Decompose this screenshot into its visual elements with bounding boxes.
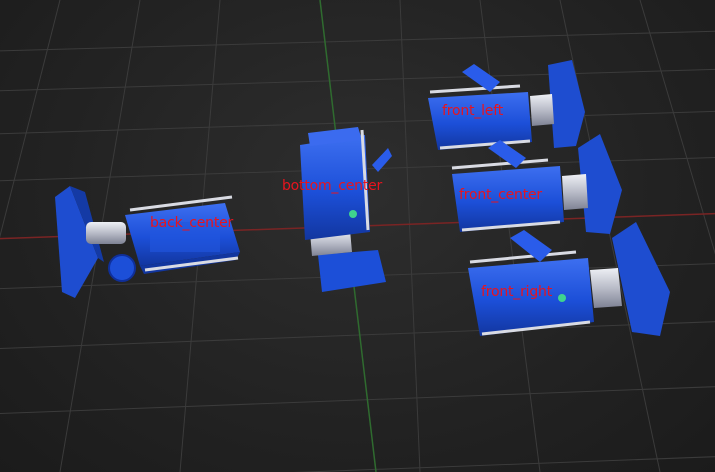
3d-viewport[interactable]: front_left bottom_center front_center ba… xyxy=(0,0,715,472)
camera-front-right[interactable] xyxy=(468,222,670,336)
label-front-right: front_right xyxy=(481,284,552,300)
label-bottom-center: bottom_center xyxy=(282,178,383,194)
label-front-left: front_left xyxy=(442,103,503,119)
camera-bottom-center[interactable] xyxy=(300,127,392,292)
label-front-center: front_center xyxy=(459,187,542,203)
scene-canvas[interactable] xyxy=(0,0,715,472)
label-back-center: back_center xyxy=(150,215,234,231)
camera-front-center[interactable] xyxy=(451,134,622,234)
